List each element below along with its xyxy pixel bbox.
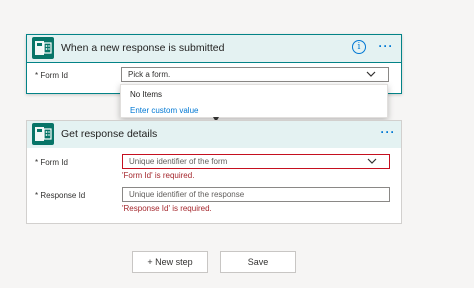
dropdown-item-no-items: No Items bbox=[130, 90, 163, 99]
action-card-title: Get response details bbox=[61, 128, 158, 140]
trigger-card-header[interactable]: When a new response is submitted i ··· bbox=[27, 35, 401, 63]
chevron-down-icon bbox=[366, 71, 376, 77]
forms-app-icon bbox=[32, 123, 54, 145]
form-id-label: * Form Id bbox=[35, 71, 68, 80]
save-button[interactable]: Save bbox=[220, 251, 296, 273]
more-options-icon[interactable]: ··· bbox=[377, 39, 395, 55]
new-step-button[interactable]: + New step bbox=[132, 251, 208, 273]
forms-app-icon bbox=[32, 37, 54, 59]
response-id-label: * Response Id bbox=[35, 191, 86, 200]
more-options-icon[interactable]: ··· bbox=[379, 125, 397, 141]
response-id-placeholder: Unique identifier of the response bbox=[129, 190, 245, 199]
action-card: Get response details ··· * Form Id Uniqu… bbox=[26, 120, 402, 224]
info-icon[interactable]: i bbox=[352, 40, 366, 54]
form-id-label: * Form Id bbox=[35, 158, 68, 167]
dropdown-item-custom-value[interactable]: Enter custom value bbox=[130, 106, 198, 115]
trigger-card-title: When a new response is submitted bbox=[61, 42, 225, 54]
form-id-dropdown: No Items Enter custom value bbox=[120, 84, 388, 118]
response-id-error: 'Response Id' is required. bbox=[122, 204, 212, 213]
response-id-input[interactable]: Unique identifier of the response bbox=[122, 187, 390, 202]
form-id-error: 'Form Id' is required. bbox=[122, 171, 195, 180]
form-id-select-value: Pick a form. bbox=[128, 70, 171, 79]
chevron-down-icon bbox=[367, 158, 377, 164]
action-card-header[interactable]: Get response details ··· bbox=[27, 121, 401, 148]
form-id-input[interactable]: Unique identifier of the form bbox=[122, 154, 390, 169]
form-id-select[interactable]: Pick a form. bbox=[121, 67, 389, 82]
form-id-placeholder: Unique identifier of the form bbox=[129, 157, 228, 166]
